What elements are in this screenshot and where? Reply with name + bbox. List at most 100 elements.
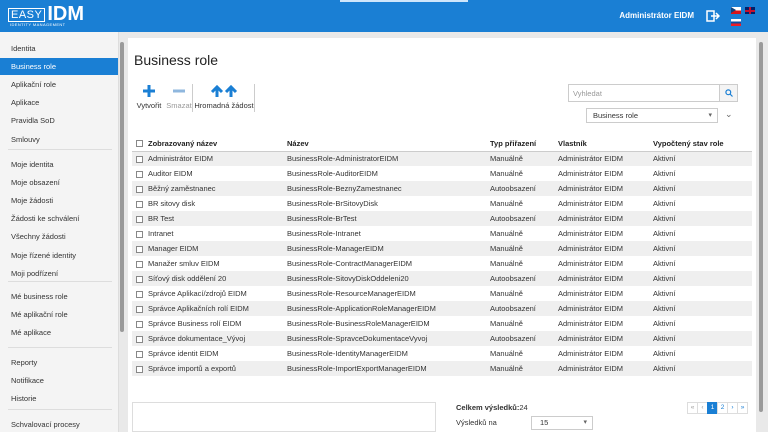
row-checkbox-cell <box>132 316 146 331</box>
search-button[interactable] <box>720 84 738 102</box>
sidebar-item[interactable]: Pravidla SoD <box>0 112 118 129</box>
sidebar-item[interactable]: Business role <box>0 58 118 76</box>
table-row[interactable]: Správce dokumentace_Vývoj BusinessRole-Sp… <box>132 331 752 346</box>
table-cell: Aktivní <box>651 151 752 166</box>
table-row[interactable]: Auditor EIDM BusinessRole-AuditorEIDM Manu… <box>132 166 752 181</box>
row-checkbox[interactable] <box>136 320 143 328</box>
table-cell: Administrátor EIDM <box>556 271 651 286</box>
sidebar-item[interactable]: Identita <box>0 40 118 57</box>
row-checkbox-cell <box>132 256 146 271</box>
table-cell: Aktivní <box>653 259 676 268</box>
column-header[interactable]: Typ přiřazení <box>488 136 556 152</box>
sidebar-item[interactable]: Reporty <box>0 354 118 371</box>
table-cell: Manager EIDM <box>146 241 285 256</box>
flag-en-icon[interactable] <box>745 7 755 14</box>
sidebar-item[interactable]: Moji podřízení <box>0 265 118 282</box>
column-header[interactable]: Název <box>285 136 488 152</box>
sidebar-item[interactable]: Schvalovací procesy <box>0 416 118 432</box>
row-checkbox[interactable] <box>136 305 143 313</box>
current-user[interactable]: Administrátor EIDM <box>619 11 694 20</box>
column-header[interactable]: Vlastník <box>556 136 651 152</box>
row-checkbox[interactable] <box>136 230 143 238</box>
expand-filters-icon[interactable]: ⌄ <box>725 109 733 120</box>
row-checkbox[interactable] <box>136 155 143 163</box>
delete-button[interactable]: Smazat <box>165 84 193 110</box>
table-cell: Administrátor EIDM <box>556 301 651 316</box>
row-checkbox[interactable] <box>136 185 143 193</box>
table-cell: BusinessRole-ManagerEIDM <box>285 241 488 256</box>
pagination: « ‹ 1 2 › » <box>687 402 748 414</box>
main-scroll-thumb[interactable] <box>759 42 763 412</box>
row-checkbox[interactable] <box>136 290 143 298</box>
search-input[interactable] <box>568 84 720 102</box>
sidebar-item[interactable]: Žádosti ke schválení <box>0 210 118 227</box>
sidebar-item[interactable]: Moje žádosti <box>0 192 118 209</box>
row-checkbox[interactable] <box>136 170 143 178</box>
select-all-checkbox[interactable] <box>136 140 143 148</box>
per-page-select[interactable]: 15 ▾ <box>531 416 593 430</box>
table-row[interactable]: Intranet BusinessRole-Intranet Manuálně Adm… <box>132 226 752 241</box>
sidebar-divider <box>8 149 112 150</box>
table-row[interactable]: Administrátor EIDM BusinessRole-Administr… <box>132 151 752 166</box>
table-row[interactable]: Správce Business rolí EIDM BusinessRole-B… <box>132 316 752 331</box>
column-header[interactable]: Vypočtený stav role <box>651 136 752 152</box>
last-page-button[interactable]: » <box>737 402 748 414</box>
table-row[interactable]: Běžný zaměstnanec BusinessRole-BeznyZames… <box>132 181 752 196</box>
sidebar-scroll-thumb[interactable] <box>120 42 124 332</box>
column-header[interactable]: Zobrazovaný název <box>146 136 285 152</box>
table-cell: Správce dokumentace_Vývoj <box>146 331 285 346</box>
sidebar-item[interactable]: Moje řízené identity <box>0 247 118 264</box>
table-row[interactable]: Správce Aplikací/zdrojů EIDM BusinessRole… <box>132 286 752 301</box>
table-cell: Správce Aplikačních rolí EIDM <box>146 301 285 316</box>
row-checkbox[interactable] <box>136 215 143 223</box>
table-cell: Manuálně <box>490 229 523 238</box>
row-checkbox[interactable] <box>136 365 143 373</box>
flag-cz-icon[interactable] <box>731 7 741 14</box>
table-row[interactable]: Správce identit EIDM BusinessRole-Identit… <box>132 346 752 361</box>
table-row[interactable]: BR sitovy disk BusinessRole-BrSitovyDisk M… <box>132 196 752 211</box>
sidebar-item[interactable]: Aplikace <box>0 94 118 111</box>
row-checkbox[interactable] <box>136 335 143 343</box>
table-row[interactable]: Správce Aplikačních rolí EIDM BusinessRol… <box>132 301 752 316</box>
sidebar-item[interactable]: Moje identita <box>0 156 118 173</box>
total-results-label: Celkem výsledků: <box>456 403 520 412</box>
app-logo[interactable]: EASY IDM IDENTITY MANAGEMENT <box>8 4 84 28</box>
sidebar-item[interactable]: Smlouvy <box>0 131 118 148</box>
table-cell: Administrátor EIDM <box>556 361 651 376</box>
role-type-select[interactable]: Business role ▾ <box>586 108 718 123</box>
table-cell: Manuálně <box>490 349 523 358</box>
table-cell: Aktivní <box>651 211 752 226</box>
table-cell: Intranet <box>148 229 174 238</box>
sidebar-item[interactable]: Mé aplikační role <box>0 306 118 323</box>
chevron-down-icon: ▾ <box>708 112 712 119</box>
sidebar-item[interactable]: Notifikace <box>0 372 118 389</box>
sidebar-item[interactable]: Všechny žádosti <box>0 228 118 245</box>
bulk-request-button[interactable]: Hromadná žádost <box>194 84 254 110</box>
logout-icon[interactable] <box>706 10 720 22</box>
table-row[interactable]: BR Test BusinessRole-BrTest Autoobsazení Ad… <box>132 211 752 226</box>
sidebar-item[interactable]: Historie <box>0 390 118 407</box>
table-row[interactable]: Manager EIDM BusinessRole-ManagerEIDM Manu… <box>132 241 752 256</box>
table-cell: BusinessRole-SitovyDiskOddeleni20 <box>285 271 488 286</box>
flag-sk-icon[interactable] <box>731 19 741 26</box>
toolbar-divider <box>254 84 255 112</box>
row-checkbox[interactable] <box>136 200 143 208</box>
create-button[interactable]: Vytvořit <box>135 84 163 110</box>
table-cell: Manuálně <box>488 241 556 256</box>
table-cell: Aktivní <box>653 199 676 208</box>
row-checkbox[interactable] <box>136 350 143 358</box>
table-row[interactable]: Manažer smluv EIDM BusinessRole-ContractM… <box>132 256 752 271</box>
sidebar-item[interactable]: Mé business role <box>0 288 118 305</box>
top-bar: EASY IDM IDENTITY MANAGEMENT Administrát… <box>0 0 768 32</box>
sidebar-divider <box>8 347 112 348</box>
sidebar-item[interactable]: Mé aplikace <box>0 324 118 341</box>
table-cell: Auditor EIDM <box>148 169 193 178</box>
total-results-value: 24 <box>519 403 528 412</box>
sidebar-item[interactable]: Aplikační role <box>0 76 118 93</box>
table-row[interactable]: Síťový disk oddělení 20 BusinessRole-Sito… <box>132 271 752 286</box>
sidebar-item[interactable]: Moje obsazení <box>0 174 118 191</box>
table-row[interactable]: Správce importů a exportů BusinessRole-Im… <box>132 361 752 376</box>
row-checkbox[interactable] <box>136 275 143 283</box>
row-checkbox[interactable] <box>136 245 143 253</box>
row-checkbox[interactable] <box>136 260 143 268</box>
